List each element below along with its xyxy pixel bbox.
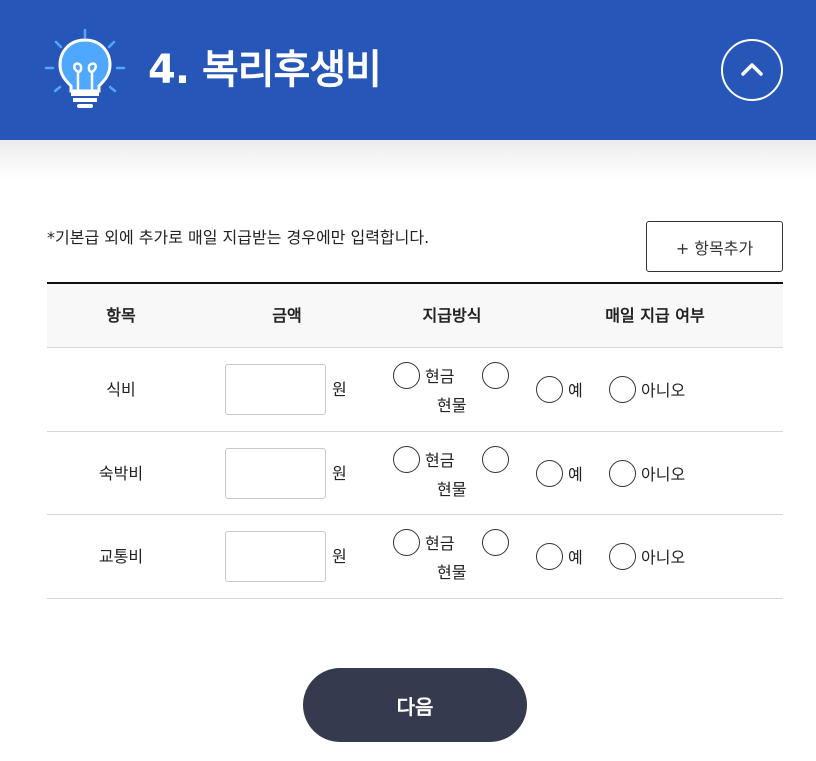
goods-label: 현물 xyxy=(437,396,467,415)
collapse-button[interactable] xyxy=(721,39,783,101)
unit-label: 원 xyxy=(332,547,347,566)
header-item: 항목 xyxy=(106,306,136,325)
amount-input[interactable] xyxy=(225,531,326,582)
table-row: 교통비 원 현금 현물 예 아니오 xyxy=(47,515,783,599)
radio-cash[interactable] xyxy=(393,529,420,556)
cash-label: 현금 xyxy=(425,534,455,553)
chevron-up-icon xyxy=(741,63,763,76)
radio-daily-yes[interactable] xyxy=(536,376,563,403)
daily-yes-label: 예 xyxy=(568,381,583,400)
lightbulb-icon xyxy=(44,28,126,108)
radio-daily-yes[interactable] xyxy=(536,459,563,487)
radio-goods[interactable] xyxy=(482,529,509,556)
unit-label: 원 xyxy=(332,463,347,483)
goods-label: 현물 xyxy=(437,479,467,499)
daily-yes-label: 예 xyxy=(568,464,583,484)
item-name: 숙박비 xyxy=(98,463,144,483)
goods-label: 현물 xyxy=(437,563,467,582)
item-name: 식비 xyxy=(106,380,136,399)
table-row: 숙박비 원 현금 현물 예 아니오 xyxy=(47,432,783,515)
benefits-table: 항목 금액 지급방식 매일 지급 여부 식비 원 현금 현물 예 아니오 숙박비… xyxy=(47,282,783,599)
cash-label: 현금 xyxy=(425,450,455,470)
item-name: 교통비 xyxy=(98,547,144,566)
daily-yes-label: 예 xyxy=(568,548,583,567)
header-shadow xyxy=(0,140,816,180)
add-item-button[interactable]: + 항목추가 xyxy=(646,221,783,272)
radio-goods[interactable] xyxy=(482,445,509,473)
radio-cash[interactable] xyxy=(393,445,420,473)
radio-cash[interactable] xyxy=(393,362,420,389)
header-method: 지급방식 xyxy=(422,306,482,325)
amount-input[interactable] xyxy=(225,364,326,415)
input-note: *기본급 외에 추가로 매일 지급받는 경우에만 입력합니다. xyxy=(47,228,430,247)
section-header: 4. 복리후생비 xyxy=(0,0,816,140)
radio-daily-no[interactable] xyxy=(609,459,636,487)
radio-goods[interactable] xyxy=(482,362,509,389)
radio-daily-no[interactable] xyxy=(609,376,636,403)
next-button[interactable]: 다음 xyxy=(303,668,527,742)
header-daily: 매일 지급 여부 xyxy=(605,306,705,325)
table-row: 식비 원 현금 현물 예 아니오 xyxy=(47,348,783,432)
table-header: 항목 금액 지급방식 매일 지급 여부 xyxy=(47,284,783,348)
daily-no-label: 아니오 xyxy=(641,548,686,567)
header-amount: 금액 xyxy=(272,306,302,325)
amount-input[interactable] xyxy=(225,447,326,499)
daily-no-label: 아니오 xyxy=(641,464,686,484)
radio-daily-no[interactable] xyxy=(609,543,636,570)
page-title: 4. 복리후생비 xyxy=(148,47,382,93)
daily-no-label: 아니오 xyxy=(641,381,686,400)
radio-daily-yes[interactable] xyxy=(536,543,563,570)
cash-label: 현금 xyxy=(425,367,455,386)
unit-label: 원 xyxy=(332,380,347,399)
